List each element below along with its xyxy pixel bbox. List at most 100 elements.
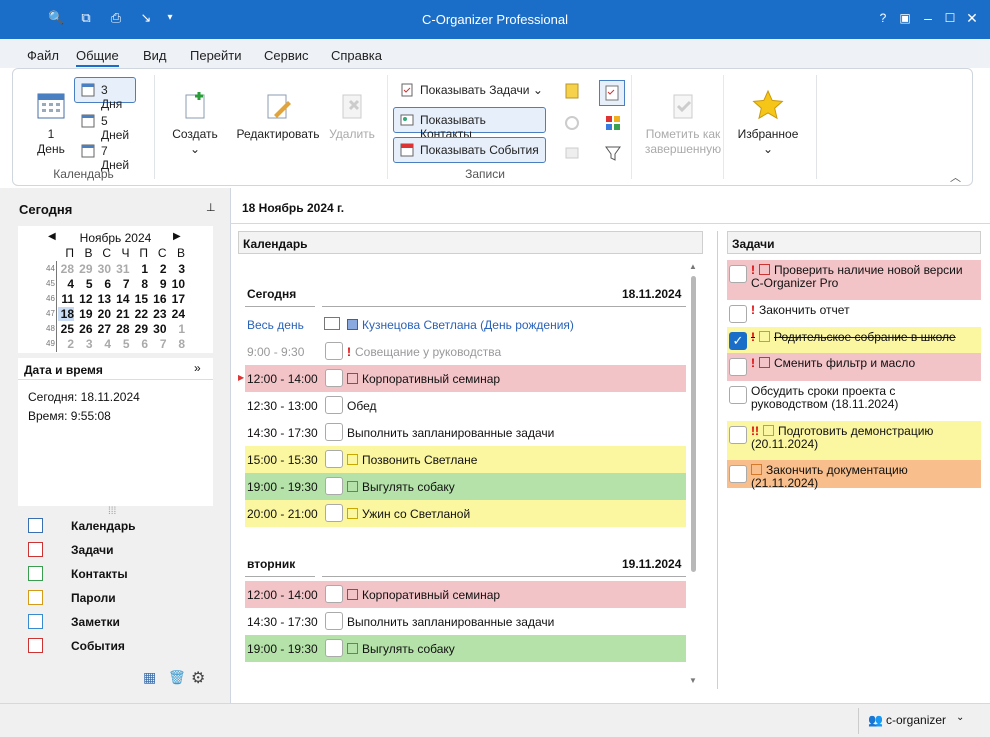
calendar-day[interactable]: 25 — [58, 322, 74, 336]
menu-file[interactable]: Файл — [27, 48, 59, 63]
edit-button[interactable]: Редактировать — [233, 89, 323, 142]
calendar-scrollbar[interactable]: ▲ ▼ — [689, 262, 697, 690]
event-checkbox[interactable] — [325, 612, 343, 630]
task-item[interactable]: ! Проверить наличие новой версии C-Organi… — [727, 260, 981, 300]
print-preview-icon[interactable] — [563, 144, 581, 162]
calendar-day[interactable]: 23 — [151, 307, 166, 321]
favorites-button[interactable]: Избранное ⌄ — [733, 89, 803, 157]
calendar-day[interactable]: 22 — [132, 307, 148, 321]
maximize-button[interactable]: ☐ — [940, 8, 960, 28]
categories-icon[interactable] — [604, 114, 622, 132]
menu-help[interactable]: Справка — [331, 48, 382, 63]
calendar-settings-icon[interactable]: ▦ — [143, 669, 156, 686]
calendar-day[interactable]: 5 — [77, 277, 93, 291]
event-row[interactable]: 19:00 - 19:30 Выгулять собаку — [245, 635, 686, 662]
sync-icon[interactable] — [563, 114, 581, 132]
calendar-day[interactable]: 19 — [77, 307, 92, 321]
task-item[interactable]: ! Сменить фильтр и масло — [727, 353, 981, 381]
collapse-ribbon-icon[interactable]: ︿ — [950, 169, 961, 185]
create-button[interactable]: Создать ⌄ — [165, 89, 225, 157]
scroll-up-icon[interactable]: ▲ — [689, 262, 697, 271]
event-row[interactable]: 14:30 - 17:30 Выполнить запланированные з… — [245, 608, 686, 635]
seven-days-button[interactable]: 7 Дней — [74, 138, 144, 172]
task-checkbox[interactable] — [729, 426, 747, 444]
calendar-day[interactable]: 3 — [169, 262, 185, 276]
next-month-icon[interactable]: ▶ — [173, 231, 181, 242]
calendar-day[interactable]: 12 — [77, 292, 92, 306]
trash-icon[interactable]: 🗑 — [168, 669, 186, 686]
menu-general[interactable]: Общие — [76, 48, 119, 67]
pane-separator[interactable] — [717, 231, 718, 689]
task-checkbox[interactable]: ✓ — [729, 332, 747, 350]
calendar-day[interactable]: 7 — [114, 277, 130, 291]
event-row[interactable]: 12:00 - 14:00 Корпоративный семинар — [245, 365, 686, 392]
collapse-chevron-icon[interactable]: » — [194, 361, 201, 375]
calendar-day[interactable]: 1 — [169, 322, 185, 336]
event-checkbox[interactable] — [325, 585, 343, 603]
calendar-day[interactable]: 5 — [114, 337, 130, 351]
calendar-day[interactable]: 28 — [114, 322, 129, 336]
task-filter-icon[interactable] — [599, 80, 625, 106]
calendar-day[interactable]: 8 — [169, 337, 185, 351]
calendar-day[interactable]: 8 — [132, 277, 148, 291]
calendar-day[interactable]: 29 — [77, 262, 92, 276]
calendar-day[interactable]: 30 — [151, 322, 166, 336]
all-day-row[interactable]: Весь день Кузнецова Светлана (День рожде… — [245, 311, 686, 338]
calendar-day[interactable]: 29 — [132, 322, 148, 336]
event-checkbox[interactable] — [325, 423, 343, 441]
calendar-day[interactable]: 6 — [132, 337, 148, 351]
event-row[interactable]: 9:00 - 9:30! Совещание у руководства — [245, 338, 686, 365]
event-row[interactable]: 14:30 - 17:30 Выполнить запланированные з… — [245, 419, 686, 446]
splitter-grip[interactable]: ⁞⁞⁞ — [108, 506, 116, 517]
calendar-day[interactable]: 4 — [58, 277, 74, 291]
event-checkbox[interactable] — [325, 450, 343, 468]
scroll-down-icon[interactable]: ▼ — [689, 676, 697, 685]
task-checkbox[interactable] — [729, 358, 747, 376]
menu-view[interactable]: Вид — [143, 48, 167, 63]
calendar-day[interactable]: 9 — [151, 277, 167, 291]
event-row[interactable]: 15:00 - 15:30 Позвонить Светлане — [245, 446, 686, 473]
calendar-day[interactable]: 21 — [114, 307, 129, 321]
date-time-header[interactable]: Дата и время » — [18, 358, 213, 380]
calendar-day[interactable]: 18 — [58, 307, 74, 321]
event-row[interactable]: 12:30 - 13:00 Обед — [245, 392, 686, 419]
event-checkbox[interactable] — [325, 504, 343, 522]
menu-go[interactable]: Перейти — [190, 48, 242, 63]
help-icon[interactable]: ? — [873, 8, 893, 28]
user-dropdown-icon[interactable]: ⌄ — [956, 712, 964, 723]
calendar-day[interactable]: 30 — [95, 262, 111, 276]
calendar-day[interactable]: 17 — [169, 292, 185, 306]
event-checkbox[interactable] — [325, 396, 343, 414]
three-days-button[interactable]: 3 Дня — [74, 77, 136, 111]
task-item[interactable]: ! Закончить отчет — [727, 300, 981, 324]
calendar-day[interactable]: 31 — [114, 262, 129, 276]
calendar-day[interactable]: 7 — [151, 337, 167, 351]
mark-complete-button[interactable]: Пометить как завершенную — [633, 89, 733, 157]
calendar-day[interactable]: 15 — [132, 292, 148, 306]
menu-service[interactable]: Сервис — [264, 48, 309, 63]
calendar-day[interactable]: 3 — [77, 337, 93, 351]
task-item[interactable]: ✓! Родительское собрание в школе — [727, 327, 981, 353]
task-item[interactable]: Закончить документацию (21.11.2024) — [727, 460, 981, 490]
calendar-day[interactable]: 11 — [58, 292, 74, 306]
calendar-day[interactable]: 2 — [58, 337, 74, 351]
ribbon-display-icon[interactable]: ▣ — [895, 8, 915, 28]
delete-button[interactable]: Удалить — [325, 89, 379, 142]
task-item[interactable]: Обсудить сроки проекта с руководством (1… — [727, 381, 981, 421]
calendar-day[interactable]: 4 — [95, 337, 111, 351]
calendar-day[interactable]: 1 — [132, 262, 148, 276]
calendar-day[interactable]: 16 — [151, 292, 166, 306]
minimize-button[interactable]: – — [918, 8, 938, 28]
task-checkbox[interactable] — [729, 265, 747, 283]
calendar-day[interactable]: 6 — [95, 277, 111, 291]
task-checkbox[interactable] — [729, 465, 747, 483]
show-tasks-button[interactable]: Показывать Задачи ⌄ — [393, 77, 553, 103]
five-days-button[interactable]: 5 Дней — [74, 108, 144, 142]
one-day-button[interactable]: 1 День — [31, 89, 71, 157]
calendar-day[interactable]: 2 — [151, 262, 167, 276]
calendar-day[interactable]: 28 — [58, 262, 74, 276]
filter-icon[interactable] — [604, 144, 622, 162]
calendar-day[interactable]: 26 — [77, 322, 92, 336]
calendar-day[interactable]: 14 — [114, 292, 129, 306]
task-checkbox[interactable] — [729, 386, 747, 404]
